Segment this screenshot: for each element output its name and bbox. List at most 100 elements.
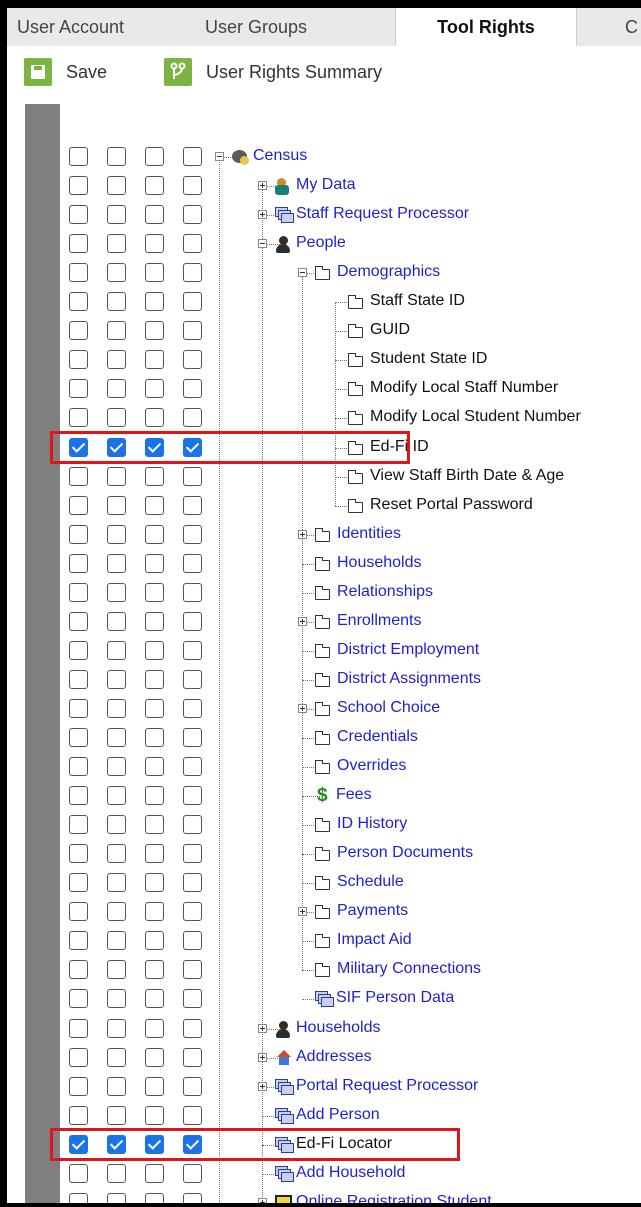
right-checkbox-w[interactable] bbox=[107, 582, 126, 602]
right-checkbox-a[interactable] bbox=[145, 1018, 164, 1038]
expand-icon[interactable] bbox=[298, 529, 307, 539]
right-checkbox-r[interactable] bbox=[69, 379, 88, 399]
tree-item-label[interactable]: Households bbox=[337, 553, 422, 573]
right-checkbox-w[interactable] bbox=[107, 147, 126, 166]
tree-item-label[interactable]: Person Documents bbox=[337, 843, 473, 863]
right-checkbox-a[interactable] bbox=[145, 234, 164, 254]
right-checkbox-r[interactable] bbox=[69, 1192, 88, 1203]
right-checkbox-w[interactable] bbox=[107, 1163, 126, 1183]
tree-item-label[interactable]: Fees bbox=[336, 785, 372, 805]
right-checkbox-w[interactable] bbox=[107, 524, 126, 544]
tree-item-label[interactable]: Demographics bbox=[337, 262, 440, 282]
save-button[interactable]: Save bbox=[24, 57, 107, 87]
right-checkbox-d[interactable] bbox=[183, 960, 202, 980]
right-checkbox-r[interactable] bbox=[69, 350, 88, 370]
tree-item-label[interactable]: Online Registration Student bbox=[296, 1192, 492, 1203]
right-checkbox-r[interactable] bbox=[69, 931, 88, 951]
right-checkbox-r[interactable] bbox=[69, 1076, 88, 1096]
right-checkbox-r[interactable] bbox=[69, 786, 88, 806]
right-checkbox-a[interactable] bbox=[145, 205, 164, 225]
right-checkbox-r[interactable] bbox=[69, 1163, 88, 1183]
right-checkbox-d[interactable] bbox=[183, 1018, 202, 1038]
right-checkbox-d[interactable] bbox=[183, 931, 202, 951]
tree-item-label[interactable]: Add Household bbox=[296, 1163, 405, 1183]
right-checkbox-d[interactable] bbox=[183, 408, 202, 428]
tree-item-label[interactable]: Add Person bbox=[296, 1105, 380, 1125]
right-checkbox-a[interactable] bbox=[145, 553, 164, 573]
right-checkbox-a[interactable] bbox=[145, 408, 164, 428]
right-checkbox-r[interactable] bbox=[69, 524, 88, 544]
tree-item-label[interactable]: ID History bbox=[337, 814, 407, 834]
right-checkbox-w[interactable] bbox=[107, 1192, 126, 1203]
right-checkbox-w[interactable] bbox=[107, 350, 126, 370]
right-checkbox-a[interactable] bbox=[145, 786, 164, 806]
right-checkbox-d[interactable] bbox=[183, 728, 202, 747]
tree-item-label[interactable]: SIF Person Data bbox=[336, 988, 454, 1008]
right-checkbox-r[interactable] bbox=[69, 147, 88, 166]
collapse-icon[interactable] bbox=[298, 268, 307, 278]
right-checkbox-d[interactable] bbox=[183, 1105, 202, 1125]
right-checkbox-r[interactable] bbox=[69, 728, 88, 747]
tree-item-label[interactable]: Identities bbox=[337, 524, 401, 544]
right-checkbox-d[interactable] bbox=[183, 1192, 202, 1203]
right-checkbox-w[interactable] bbox=[107, 205, 126, 225]
right-checkbox-d[interactable] bbox=[183, 495, 202, 515]
right-checkbox-w[interactable] bbox=[107, 1076, 126, 1096]
right-checkbox-a[interactable] bbox=[145, 466, 164, 486]
right-checkbox-d[interactable] bbox=[183, 176, 202, 196]
right-checkbox-r[interactable] bbox=[69, 234, 88, 254]
right-checkbox-a[interactable] bbox=[145, 1192, 164, 1203]
right-checkbox-a[interactable] bbox=[145, 989, 164, 1009]
right-checkbox-r[interactable] bbox=[69, 873, 88, 893]
tree-item-label[interactable]: Portal Request Processor bbox=[296, 1076, 478, 1096]
expand-icon[interactable] bbox=[298, 907, 307, 917]
tab-3[interactable]: C bbox=[625, 8, 641, 46]
right-checkbox-w[interactable] bbox=[107, 611, 126, 631]
right-checkbox-w[interactable] bbox=[107, 379, 126, 399]
right-checkbox-a[interactable] bbox=[145, 582, 164, 602]
right-checkbox-r[interactable] bbox=[69, 1047, 88, 1067]
right-checkbox-r[interactable] bbox=[69, 1105, 88, 1125]
right-checkbox-a[interactable] bbox=[145, 873, 164, 893]
right-checkbox-w[interactable] bbox=[107, 553, 126, 573]
expand-icon[interactable] bbox=[258, 210, 267, 220]
right-checkbox-a[interactable] bbox=[145, 1047, 164, 1067]
right-checkbox-a[interactable] bbox=[145, 1105, 164, 1125]
right-checkbox-w[interactable] bbox=[107, 844, 126, 864]
right-checkbox-a[interactable] bbox=[145, 176, 164, 196]
right-checkbox-w[interactable] bbox=[107, 815, 126, 835]
right-checkbox-a[interactable] bbox=[145, 844, 164, 864]
right-checkbox-r[interactable] bbox=[69, 844, 88, 864]
right-checkbox-a[interactable] bbox=[145, 350, 164, 370]
expand-icon[interactable] bbox=[258, 1023, 267, 1033]
right-checkbox-a[interactable] bbox=[145, 147, 164, 166]
tree-item-label[interactable]: Military Connections bbox=[337, 959, 481, 979]
right-checkbox-r[interactable] bbox=[69, 205, 88, 225]
right-checkbox-a[interactable] bbox=[145, 815, 164, 835]
right-checkbox-r[interactable] bbox=[69, 640, 88, 660]
right-checkbox-d[interactable] bbox=[183, 844, 202, 864]
right-checkbox-w[interactable] bbox=[107, 931, 126, 951]
right-checkbox-a[interactable] bbox=[145, 640, 164, 660]
right-checkbox-w[interactable] bbox=[107, 292, 126, 312]
right-checkbox-d[interactable] bbox=[183, 350, 202, 370]
tree-item-label[interactable]: Addresses bbox=[296, 1047, 372, 1067]
right-checkbox-d[interactable] bbox=[183, 292, 202, 312]
tab-2[interactable]: Tool Rights bbox=[395, 8, 577, 46]
right-checkbox-w[interactable] bbox=[107, 873, 126, 893]
right-checkbox-w[interactable] bbox=[107, 408, 126, 428]
collapse-icon[interactable] bbox=[215, 152, 224, 161]
right-checkbox-w[interactable] bbox=[107, 728, 126, 747]
right-checkbox-w[interactable] bbox=[107, 669, 126, 689]
right-checkbox-d[interactable] bbox=[183, 524, 202, 544]
right-checkbox-w[interactable] bbox=[107, 466, 126, 486]
right-checkbox-a[interactable] bbox=[145, 524, 164, 544]
tree-item-label[interactable]: Schedule bbox=[337, 872, 404, 892]
tree-item-label[interactable]: Payments bbox=[337, 901, 408, 921]
right-checkbox-r[interactable] bbox=[69, 321, 88, 341]
right-checkbox-r[interactable] bbox=[69, 960, 88, 980]
right-checkbox-d[interactable] bbox=[183, 205, 202, 225]
right-checkbox-w[interactable] bbox=[107, 757, 126, 777]
right-checkbox-d[interactable] bbox=[183, 1163, 202, 1183]
right-checkbox-r[interactable] bbox=[69, 292, 88, 312]
